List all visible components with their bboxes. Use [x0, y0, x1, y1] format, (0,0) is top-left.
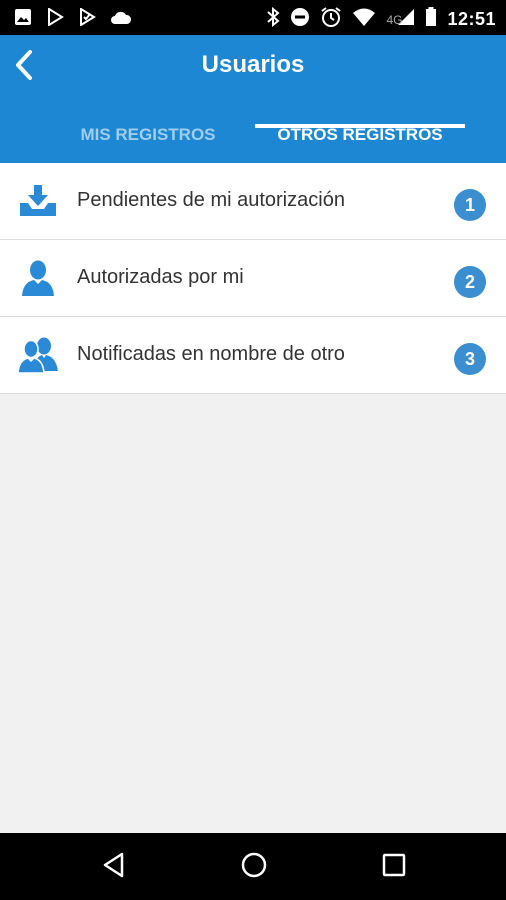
tab-otros-registros[interactable]: OTROS REGISTROS [256, 107, 464, 163]
do-not-disturb-icon [290, 7, 310, 32]
user-icon [18, 260, 58, 296]
recents-square-icon [382, 853, 406, 882]
nav-recents-button[interactable] [378, 851, 410, 883]
status-bar: 4G 12:51 [0, 0, 506, 35]
list-item-label: Notificadas en nombre de otro [77, 343, 345, 365]
nav-home-button[interactable] [238, 851, 270, 883]
page-title: Usuarios [201, 51, 305, 78]
wifi-icon [352, 8, 376, 31]
nav-back-button[interactable] [98, 851, 130, 883]
network-type: 4G [386, 13, 403, 27]
app-bar: Usuarios MIS REGISTROS OTROS REGISTROS [0, 35, 506, 163]
count-badge: 3 [454, 343, 486, 375]
system-nav-bar [0, 833, 506, 900]
play-store-icon [46, 7, 64, 31]
status-bar-system: 4G 12:51 [266, 6, 496, 33]
home-circle-icon [240, 851, 268, 884]
list-item-pendientes[interactable]: Pendientes de mi autorización 1 [0, 163, 506, 240]
play-check-icon [78, 7, 96, 31]
status-time: 12:51 [447, 9, 496, 29]
list-item-label: Pendientes de mi autorización [77, 189, 345, 211]
users-icon [17, 337, 58, 374]
records-list: Pendientes de mi autorización 1 Autoriza… [0, 163, 506, 394]
count-badge: 1 [454, 189, 486, 221]
cloud-icon [110, 9, 132, 30]
alarm-icon [320, 6, 342, 33]
list-item-notificadas[interactable]: Notificadas en nombre de otro 3 [0, 317, 506, 394]
bluetooth-icon [266, 6, 280, 32]
image-icon [14, 8, 32, 31]
tab-bar: MIS REGISTROS OTROS REGISTROS [0, 107, 506, 163]
battery-icon [425, 7, 437, 32]
list-item-autorizadas[interactable]: Autorizadas por mi 2 [0, 240, 506, 317]
active-tab-indicator [255, 124, 465, 128]
status-bar-notifications [14, 7, 132, 31]
back-triangle-icon [102, 852, 126, 883]
tab-mis-registros[interactable]: MIS REGISTROS [48, 107, 248, 163]
list-item-label: Autorizadas por mi [77, 266, 244, 288]
count-badge: 2 [454, 266, 486, 298]
download-tray-icon [18, 183, 58, 219]
